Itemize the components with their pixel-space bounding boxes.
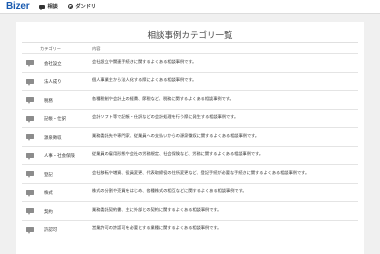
divider [22, 42, 358, 43]
column-header-content: 内容 [92, 46, 101, 51]
table-row[interactable]: 株式 株式の分割や売買をはじめ、各種株式の相互などに関するよくある相談事例です。 [22, 182, 358, 202]
table-row[interactable]: 人事・社会保険 従業員の雇用形態や会社の労務規定、社会保険など、労務に関するよく… [22, 145, 358, 165]
category-name[interactable]: 源泉徴収 [44, 135, 62, 141]
table-row[interactable]: 契約 業務委託契約書、主に外部との契約に関するよくある相談事例です。 [22, 201, 358, 220]
category-description: 個人事業主から法人化する際によくある相談事例です。 [92, 77, 197, 82]
table-row[interactable]: 源泉徴収 業務委託先や専門家、従業員への支払いからの源泉徴収に関するよくある相談… [22, 127, 358, 146]
nav-item-consultation[interactable]: 相談 [39, 3, 58, 10]
category-name[interactable]: 記帳・仕訳 [44, 116, 66, 122]
category-name[interactable]: 契約 [44, 209, 53, 215]
nav-item-dandori[interactable]: ダンドリ [67, 3, 97, 10]
category-description: 業務委託契約書、主に外部との契約に関するよくある相談事例です。 [92, 206, 222, 212]
speech-bubble-icon [26, 208, 34, 215]
top-navigation-bar: Bizer 相談 ダンドリ [0, 0, 380, 14]
category-description: 各種税制や会計上の経費、節税など、税務に関するよくある相談事例です。 [92, 95, 234, 101]
speech-bubble-icon [26, 171, 34, 178]
table-row[interactable]: 許認可 営業許可の許認可を必要とする業種に関するよくある相談事例です。 [22, 219, 358, 239]
chat-icon [39, 4, 46, 10]
category-table: カテゴリー 内容 会社設立 会社設立や関連手続きに関するよくある相談事例です。 … [22, 44, 358, 238]
table-row[interactable]: 法人成り 個人事業主から法人化する際によくある相談事例です。 [22, 71, 358, 91]
category-description: 従業員の雇用形態や会社の労務規定、社会保険など、労務に関するよくある相談事例です… [92, 151, 264, 156]
speech-bubble-icon [26, 226, 34, 234]
category-panel: 相談事例カテゴリ一覧 カテゴリー 内容 会社設立 会社設立や関連手続きに関するよ… [16, 22, 364, 254]
category-name[interactable]: 登記 [44, 172, 53, 178]
speech-bubble-icon [26, 134, 34, 141]
category-description: 会計ソフト等で記帳・仕訳などの会計処理を行う際に発生する相談事例です。 [92, 114, 239, 119]
category-description: 会社移転や増資、役員変更、代表取締役の住所変更など、登記手続が必要な手続きに関す… [92, 169, 310, 175]
speech-bubble-icon [26, 115, 34, 123]
table-row[interactable]: 記帳・仕訳 会計ソフト等で記帳・仕訳などの会計処理を行う際に発生する相談事例です… [22, 108, 358, 128]
column-header-category: カテゴリー [40, 46, 61, 51]
table-header: カテゴリー 内容 [22, 44, 358, 53]
category-name[interactable]: 法人成り [44, 79, 62, 85]
category-description: 業務委託先や専門家、従業員への支払いからの源泉徴収に関するよくある相談事例です。 [92, 132, 260, 138]
speech-bubble-icon [26, 97, 34, 104]
speech-bubble-icon [26, 78, 34, 86]
category-name[interactable]: 会社設立 [44, 61, 62, 67]
category-name[interactable]: 税務 [44, 98, 53, 104]
category-description: 株式の分割や売買をはじめ、各種株式の相互などに関するよくある相談事例です。 [92, 188, 247, 193]
table-row[interactable]: 会社設立 会社設立や関連手続きに関するよくある相談事例です。 [22, 53, 358, 72]
category-name[interactable]: 許認可 [44, 227, 57, 233]
speech-bubble-icon [26, 189, 34, 197]
category-name[interactable]: 人事・社会保険 [44, 153, 75, 159]
category-description: 営業許可の許認可を必要とする業種に関するよくある相談事例です。 [92, 225, 222, 230]
nav-item-label: 相談 [47, 4, 58, 10]
category-name[interactable]: 株式 [44, 190, 53, 196]
page-title: 相談事例カテゴリ一覧 [147, 31, 233, 41]
check-circle-icon [67, 3, 74, 10]
speech-bubble-icon [26, 60, 34, 67]
speech-bubble-icon [26, 152, 34, 160]
nav-item-label: ダンドリ [75, 4, 97, 10]
table-row[interactable]: 税務 各種税制や会計上の経費、節税など、税務に関するよくある相談事例です。 [22, 90, 358, 109]
bizer-logo[interactable]: Bizer [6, 1, 30, 12]
category-description: 会社設立や関連手続きに関するよくある相談事例です。 [92, 58, 197, 64]
table-row[interactable]: 登記 会社移転や増資、役員変更、代表取締役の住所変更など、登記手続が必要な手続き… [22, 164, 358, 183]
